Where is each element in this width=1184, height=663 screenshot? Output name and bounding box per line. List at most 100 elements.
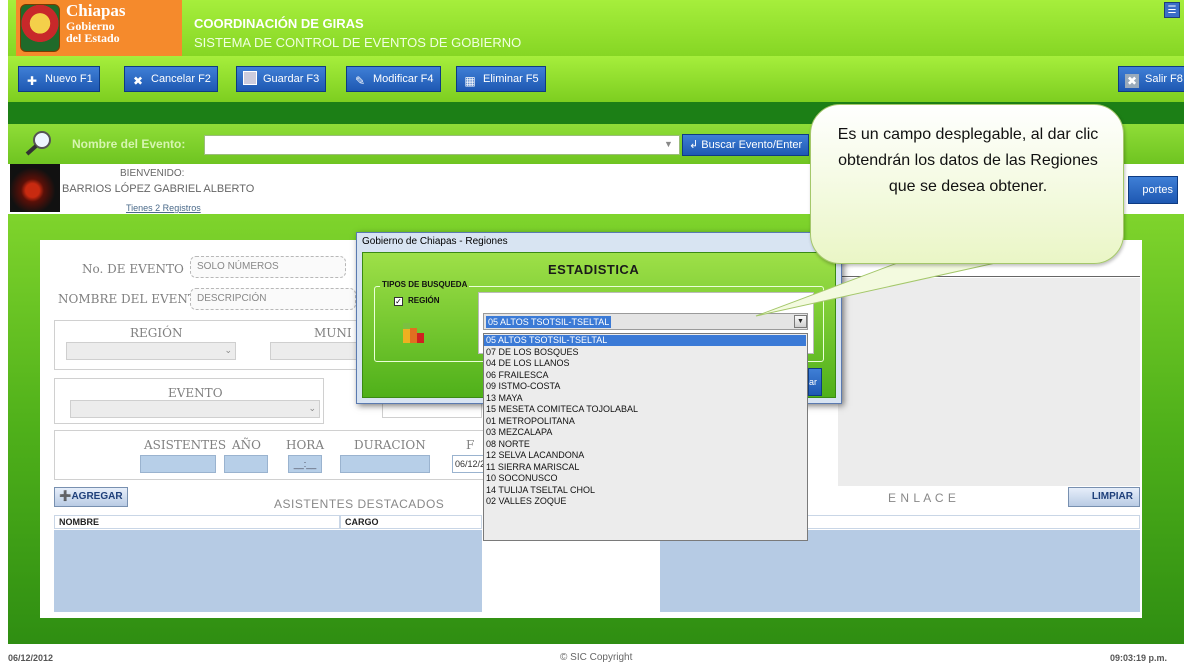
fecha-label: F: [466, 438, 475, 452]
app-title: COORDINACIÓN DE GIRAS: [194, 16, 364, 31]
region-option[interactable]: 11 SIERRA MARISCAL: [484, 462, 806, 473]
search-event-button[interactable]: ↲ Buscar Evento/Enter: [682, 134, 810, 156]
region-option[interactable]: 12 SELVA LACANDONA: [484, 450, 806, 461]
anio-field[interactable]: [224, 455, 268, 473]
records-link[interactable]: Tienes 2 Registros: [126, 203, 201, 213]
region-option[interactable]: 06 FRAILESCA: [484, 370, 806, 381]
avatar: [10, 164, 60, 212]
floppy-icon: [243, 71, 257, 85]
dialog-action-button[interactable]: ar: [808, 368, 822, 396]
chevron-down-icon: ⌄: [308, 403, 316, 413]
event-number-label: No. DE EVENTO: [82, 262, 184, 276]
add-attendee-button[interactable]: ➕AGREGAR: [54, 487, 128, 507]
header-bar: [8, 0, 1184, 56]
event-name-field[interactable]: DESCRIPCIÓN: [190, 288, 356, 310]
event-number-field[interactable]: SOLO NÚMEROS: [190, 256, 346, 278]
hora-label: HORA: [286, 438, 325, 452]
duracion-field[interactable]: [340, 455, 430, 473]
anio-label: AÑO: [232, 438, 262, 452]
state-seal-icon: [20, 4, 60, 52]
event-name-label: NOMBRE DEL EVENTO: [58, 292, 206, 306]
clear-button[interactable]: LIMPIAR: [1068, 487, 1140, 507]
add-attendee-button-label: AGREGAR: [71, 491, 123, 502]
chevron-down-icon[interactable]: ▼: [794, 315, 807, 328]
reports-button[interactable]: portes F7: [1128, 176, 1178, 204]
region-select-value: 05 ALTOS TSOTSIL-TSELTAL: [486, 316, 612, 328]
enlace-grid[interactable]: [660, 530, 1140, 612]
plus-icon: ✚: [26, 74, 38, 88]
duracion-label: DURACION: [354, 438, 426, 452]
delete-button[interactable]: ▦ Eliminar F5: [456, 66, 546, 92]
region-option[interactable]: 02 VALLES ZOQUE: [484, 496, 806, 507]
new-button-label: Nuevo F1: [45, 73, 93, 85]
region-option[interactable]: 04 DE LOS LLANOS: [484, 358, 806, 369]
attendees-grid[interactable]: [54, 530, 482, 612]
cancel-button[interactable]: ✖ Cancelar F2: [124, 66, 218, 92]
search-event-button-label: Buscar Evento/Enter: [701, 139, 803, 151]
eraser-icon: ▦: [464, 74, 476, 88]
fecha-field[interactable]: 06/12/20: [452, 455, 486, 473]
edit-button[interactable]: ✎ Modificar F4: [346, 66, 441, 92]
plus-icon: ➕: [59, 491, 72, 502]
clear-button-label: LIMPIAR: [1091, 491, 1133, 502]
user-name: BARRIOS LÓPEZ GABRIEL ALBERTO: [62, 183, 255, 195]
help-callout-text: Es un campo desplegable, al dar clic obt…: [837, 126, 1099, 195]
region-option[interactable]: 10 SOCONUSCO: [484, 473, 806, 484]
footer-time: 09:03:19 p.m.: [1110, 653, 1168, 663]
cancel-button-label: Cancelar F2: [151, 73, 211, 85]
exit-icon: ✖: [1125, 74, 1139, 88]
region-option[interactable]: 13 MAYA: [484, 393, 806, 404]
region-combo[interactable]: ⌄: [66, 342, 236, 360]
evento-combo[interactable]: ⌄: [70, 400, 320, 418]
municipio-label: MUNI: [314, 326, 352, 340]
region-checkbox[interactable]: ✓: [394, 297, 403, 306]
col-cargo-header[interactable]: CARGO: [340, 515, 482, 529]
search-types-legend: TIPOS DE BUSQUEDA: [380, 280, 470, 289]
save-button[interactable]: Guardar F3: [236, 66, 327, 92]
asistentes-field[interactable]: [140, 455, 216, 473]
logo-line-1: Chiapas: [66, 1, 126, 20]
statistics-heading: ESTADISTICA: [548, 262, 640, 277]
save-button-label: Guardar F3: [263, 73, 320, 85]
event-name-search-label: Nombre del Evento:: [72, 137, 186, 151]
chevron-down-icon: ⌄: [224, 345, 232, 355]
enlace-title: E N L A C E: [888, 491, 957, 505]
exit-button-label: Salir F8: [1145, 73, 1183, 85]
chevron-down-icon[interactable]: ▼: [664, 139, 673, 149]
collapse-icon[interactable]: ☰: [1164, 2, 1180, 18]
region-option[interactable]: 08 NORTE: [484, 439, 806, 450]
region-checkbox-label: REGIÓN: [408, 296, 440, 305]
pencil-icon: ✎: [354, 74, 366, 88]
destacados-title: ASISTENTES DESTACADOS: [274, 497, 445, 511]
region-option[interactable]: 14 TULIJA TSELTAL CHOL: [484, 485, 806, 496]
app-subtitle: SISTEMA DE CONTROL DE EVENTOS DE GOBIERN…: [194, 35, 522, 50]
footer-date: 06/12/2012: [8, 653, 54, 663]
region-option[interactable]: 09 ISTMO-COSTA: [484, 381, 806, 392]
welcome-label: BIENVENIDO:: [120, 168, 185, 179]
evento-label: EVENTO: [168, 386, 223, 400]
footer-copyright: © SIC Copyright: [560, 652, 633, 663]
exit-button[interactable]: ✖ Salir F8: [1118, 66, 1184, 92]
asistentes-label: ASISTENTES: [144, 438, 227, 452]
municipio-combo[interactable]: [270, 342, 360, 360]
dialog-title: Gobierno de Chiapas - Regiones: [362, 236, 508, 247]
logo-line-3: del Estado: [66, 31, 120, 45]
new-button[interactable]: ✚ Nuevo F1: [18, 66, 100, 92]
delete-button-label: Eliminar F5: [483, 73, 539, 85]
description-area[interactable]: [838, 278, 1140, 486]
region-option[interactable]: 15 MESETA COMITECA TOJOLABAL: [484, 404, 806, 415]
region-option[interactable]: 07 DE LOS BOSQUES: [484, 347, 806, 358]
region-label: REGIÓN: [130, 326, 183, 340]
event-search-combo[interactable]: [204, 135, 680, 155]
region-option[interactable]: 01 METROPOLITANA: [484, 416, 806, 427]
region-option[interactable]: 03 MEZCALAPA: [484, 427, 806, 438]
bar-chart-icon: [403, 323, 424, 343]
hora-field[interactable]: __:__: [288, 455, 322, 473]
col-nombre-header[interactable]: NOMBRE: [54, 515, 340, 529]
edit-button-label: Modificar F4: [373, 73, 434, 85]
search-icon: [25, 131, 51, 156]
logo-text: Chiapas Gobierno del Estado: [66, 1, 126, 45]
enter-icon: ↲: [689, 139, 699, 151]
cross-icon: ✖: [132, 74, 144, 88]
region-option[interactable]: 05 ALTOS TSOTSIL-TSELTAL: [484, 335, 806, 346]
